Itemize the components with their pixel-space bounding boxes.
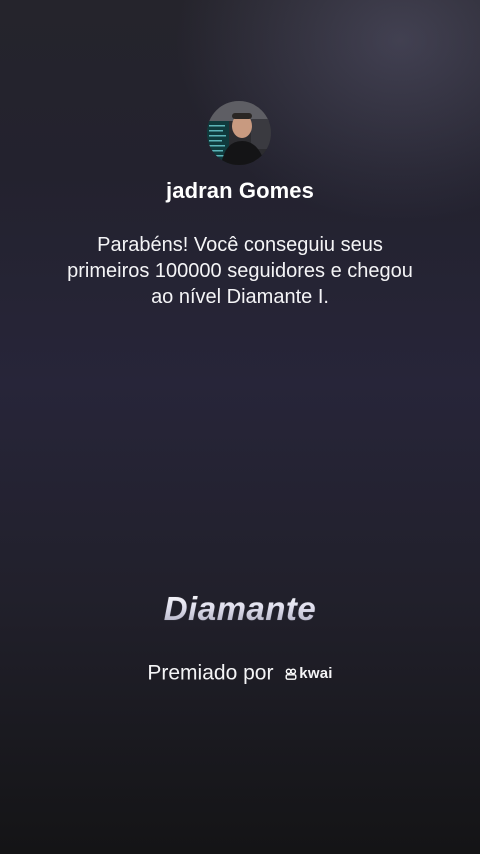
congratulation-message: Parabéns! Você conseguiu seus primeiros … bbox=[67, 234, 413, 308]
username: jadran Gomes bbox=[166, 178, 314, 203]
brand: kwai bbox=[285, 661, 332, 685]
awarded-by-label: Premiado por bbox=[147, 661, 274, 685]
user-avatar-image bbox=[207, 101, 271, 165]
kwai-logo-icon bbox=[285, 668, 297, 680]
awarded-by: Premiado por kwai bbox=[0, 661, 480, 685]
level-name: Diamante bbox=[163, 590, 317, 627]
brand-name: kwai bbox=[299, 665, 333, 683]
avatar bbox=[207, 101, 271, 165]
level-badge: Diamante bbox=[0, 590, 480, 628]
